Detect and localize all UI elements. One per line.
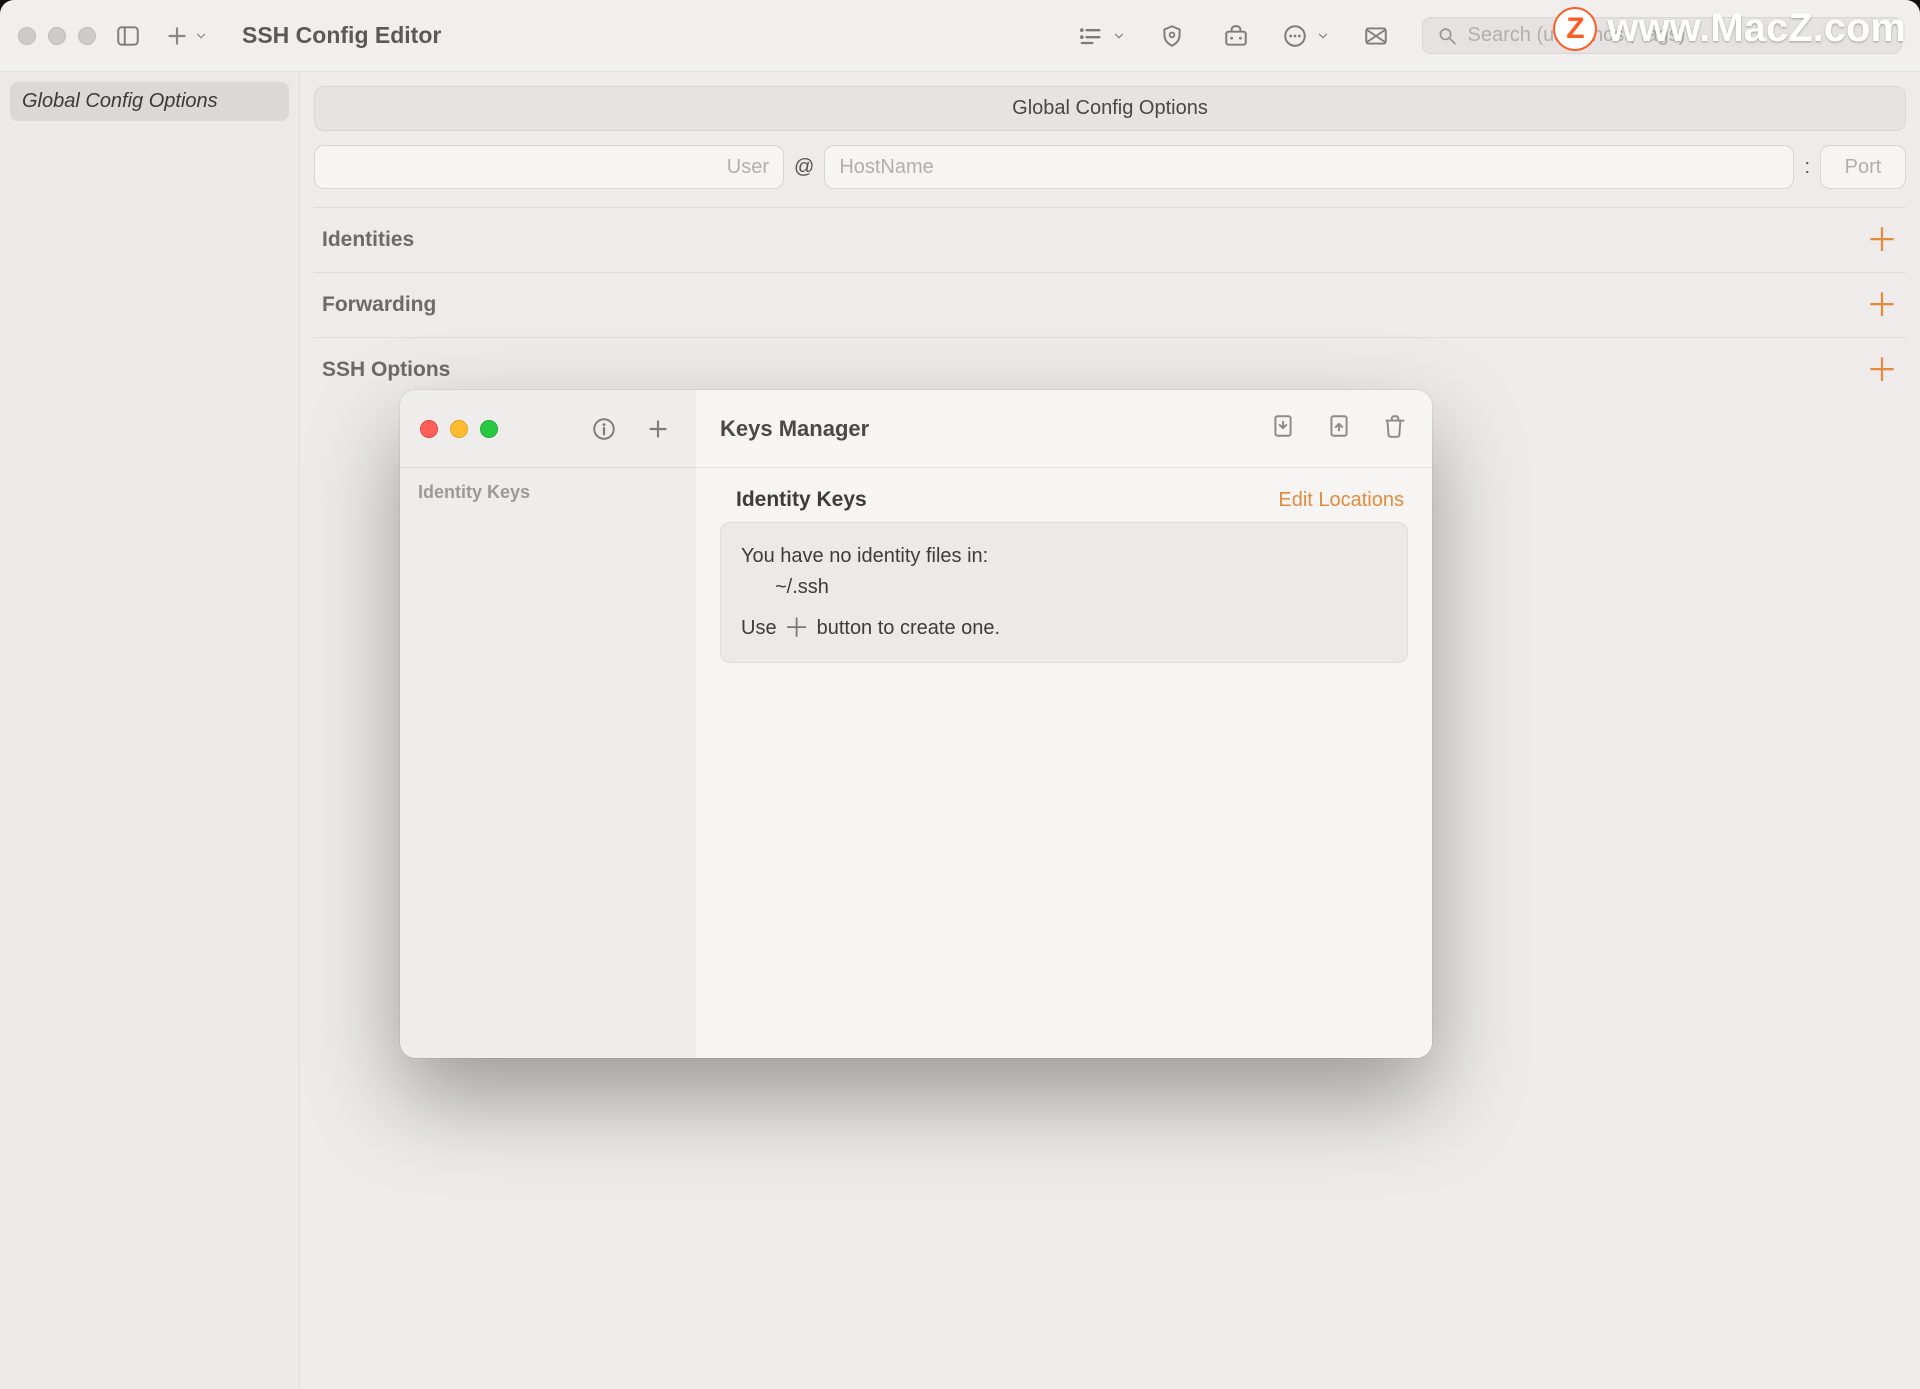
- more-actions-dropdown[interactable]: [1282, 23, 1330, 49]
- modal-sidebar-heading: Identity Keys: [418, 482, 678, 503]
- user-input[interactable]: [329, 156, 769, 179]
- add-host-dropdown[interactable]: [164, 23, 208, 49]
- empty-state-line1: You have no identity files in:: [741, 541, 1387, 572]
- titlebar: SSH Config Editor: [0, 0, 1920, 72]
- chevron-down-icon: [1316, 29, 1330, 43]
- keys-manager-window: Keys Manager Identity Keys Identity Keys…: [400, 390, 1432, 1058]
- terminal-cross-icon: [1363, 23, 1389, 49]
- section-identities: Identities ＋: [314, 207, 1906, 272]
- add-ssh-option-button[interactable]: ＋: [1866, 354, 1898, 386]
- modal-header-row: Identity Keys Edit Locations: [720, 488, 1408, 522]
- toggle-sidebar-button[interactable]: [110, 18, 146, 54]
- modal-traffic-lights: [420, 420, 498, 438]
- info-icon: [591, 416, 617, 442]
- app-title: SSH Config Editor: [242, 22, 441, 49]
- export-icon: [1326, 413, 1352, 439]
- modal-add-key-button[interactable]: [640, 411, 676, 447]
- zoom-button[interactable]: [78, 27, 96, 45]
- colon-separator: :: [1804, 156, 1810, 179]
- section-title-forwarding: Forwarding: [322, 293, 436, 317]
- modal-info-button[interactable]: [586, 411, 622, 447]
- credentials-button[interactable]: [1218, 18, 1254, 54]
- port-field[interactable]: [1820, 145, 1906, 189]
- minimize-button[interactable]: [48, 27, 66, 45]
- shield-icon: [1159, 23, 1185, 49]
- delete-key-button[interactable]: [1382, 413, 1408, 444]
- host-header-label: Global Config Options: [1012, 97, 1208, 119]
- lines-icon: [1076, 22, 1104, 50]
- hostname-input[interactable]: [839, 156, 1779, 179]
- empty-state-use-prefix: Use: [741, 613, 777, 644]
- search-box[interactable]: [1422, 17, 1902, 54]
- close-button[interactable]: [18, 27, 36, 45]
- sidebar-item-global-config[interactable]: Global Config Options: [10, 82, 289, 121]
- plus-icon: [645, 416, 671, 442]
- sidebar: Global Config Options: [0, 72, 300, 1389]
- section-title-ssh-options: SSH Options: [322, 358, 450, 382]
- add-identity-button[interactable]: ＋: [1866, 224, 1898, 256]
- edit-locations-link[interactable]: Edit Locations: [1278, 489, 1404, 512]
- identity-keys-title: Identity Keys: [736, 488, 867, 512]
- briefcase-icon: [1223, 23, 1249, 49]
- modal-titlebar-right: Keys Manager: [696, 390, 1432, 468]
- search-input[interactable]: [1468, 24, 1887, 47]
- modal-zoom-button[interactable]: [480, 420, 498, 438]
- chevron-down-icon: [194, 29, 208, 43]
- empty-state-create-row: Use ＋ button to create one.: [741, 613, 1387, 644]
- ellipsis-circle-icon: [1282, 23, 1308, 49]
- modal-main: Identity Keys Edit Locations You have no…: [696, 468, 1432, 1058]
- modal-close-button[interactable]: [420, 420, 438, 438]
- section-forwarding: Forwarding ＋: [314, 272, 1906, 337]
- section-title-identities: Identities: [322, 228, 414, 252]
- plus-icon: ＋: [785, 617, 809, 641]
- at-separator: @: [794, 156, 814, 179]
- trash-icon: [1382, 413, 1408, 439]
- terminal-action-button[interactable]: [1358, 18, 1394, 54]
- sidebar-item-label: Global Config Options: [22, 90, 218, 112]
- search-icon: [1437, 25, 1458, 47]
- modal-minimize-button[interactable]: [450, 420, 468, 438]
- empty-state-path: ~/.ssh: [741, 572, 1387, 603]
- host-header-chip[interactable]: Global Config Options: [314, 86, 1906, 131]
- list-options-dropdown[interactable]: [1076, 22, 1126, 50]
- shield-button[interactable]: [1154, 18, 1190, 54]
- user-field[interactable]: [314, 145, 784, 189]
- connection-row: @ :: [314, 145, 1906, 189]
- hostname-field[interactable]: [824, 145, 1794, 189]
- empty-state-use-suffix: button to create one.: [817, 613, 1000, 644]
- sidebar-icon: [115, 23, 141, 49]
- modal-title: Keys Manager: [720, 416, 869, 442]
- export-key-button[interactable]: [1326, 413, 1352, 444]
- import-key-button[interactable]: [1270, 413, 1296, 444]
- port-input[interactable]: [1835, 156, 1891, 179]
- chevron-down-icon: [1112, 29, 1126, 43]
- traffic-lights-inactive: [18, 27, 96, 45]
- modal-titlebar-left: [400, 390, 696, 468]
- toolbar-right: [1076, 17, 1902, 54]
- modal-sidebar: Identity Keys: [400, 468, 696, 1058]
- plus-icon: [164, 23, 190, 49]
- add-forwarding-button[interactable]: ＋: [1866, 289, 1898, 321]
- import-icon: [1270, 413, 1296, 439]
- empty-state-card: You have no identity files in: ~/.ssh Us…: [720, 522, 1408, 663]
